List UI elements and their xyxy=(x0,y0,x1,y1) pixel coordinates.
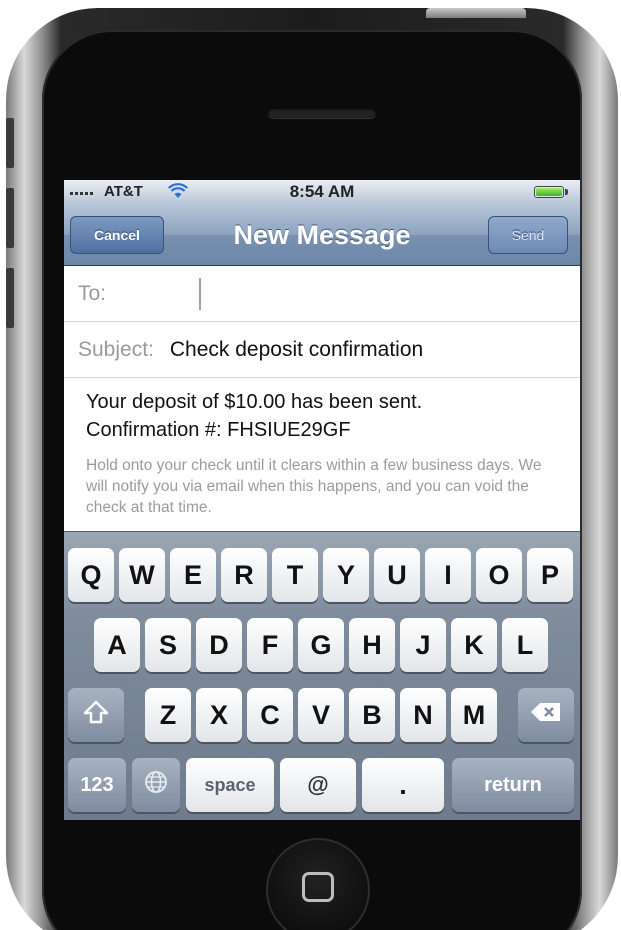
key-g[interactable]: G xyxy=(298,618,344,672)
key-i[interactable]: I xyxy=(425,548,471,602)
numbers-key[interactable]: 123 xyxy=(68,758,126,812)
earpiece-speaker xyxy=(268,108,376,118)
key-o[interactable]: O xyxy=(476,548,522,602)
key-p[interactable]: P xyxy=(527,548,573,602)
key-a[interactable]: A xyxy=(94,618,140,672)
key-l[interactable]: L xyxy=(502,618,548,672)
sleep-button xyxy=(426,8,526,18)
key-x[interactable]: X xyxy=(196,688,242,742)
key-u[interactable]: U xyxy=(374,548,420,602)
key-z[interactable]: Z xyxy=(145,688,191,742)
backspace-icon xyxy=(530,702,562,728)
backspace-key[interactable] xyxy=(518,688,574,742)
send-button[interactable]: Send xyxy=(488,216,568,254)
dot-key[interactable]: . xyxy=(362,758,444,812)
key-n[interactable]: N xyxy=(400,688,446,742)
return-key[interactable]: return xyxy=(452,758,574,812)
volume-down-button xyxy=(6,268,14,328)
key-w[interactable]: W xyxy=(119,548,165,602)
text-cursor xyxy=(199,278,201,310)
key-c[interactable]: C xyxy=(247,688,293,742)
keyboard: Q W E R T Y U I O P A S D F G H J K L Z … xyxy=(64,531,580,820)
key-t[interactable]: T xyxy=(272,548,318,602)
key-v[interactable]: V xyxy=(298,688,344,742)
battery-icon xyxy=(534,186,564,198)
key-b[interactable]: B xyxy=(349,688,395,742)
volume-up-button xyxy=(6,188,14,248)
key-r[interactable]: R xyxy=(221,548,267,602)
at-key[interactable]: @ xyxy=(280,758,356,812)
mute-switch xyxy=(6,118,14,168)
subject-field[interactable]: Check deposit confirmation xyxy=(170,338,423,362)
navigation-bar: New Message Cancel Send xyxy=(64,204,580,266)
message-body[interactable]: Your deposit of $10.00 has been sent. Co… xyxy=(64,379,580,531)
key-s[interactable]: S xyxy=(145,618,191,672)
home-icon xyxy=(302,872,334,902)
shift-icon xyxy=(83,700,109,730)
body-deposit-line: Your deposit of $10.00 has been sent. xyxy=(86,391,423,413)
to-field-row[interactable]: To: xyxy=(64,266,580,322)
subject-field-row[interactable]: Subject: Check deposit confirmation xyxy=(64,322,580,378)
shift-key[interactable] xyxy=(68,688,124,742)
status-time: 8:54 AM xyxy=(289,182,355,201)
key-h[interactable]: H xyxy=(349,618,395,672)
key-f[interactable]: F xyxy=(247,618,293,672)
space-key[interactable]: space xyxy=(186,758,274,812)
globe-key[interactable] xyxy=(132,758,180,812)
key-k[interactable]: K xyxy=(451,618,497,672)
key-j[interactable]: J xyxy=(400,618,446,672)
body-note: Hold onto your check until it clears wit… xyxy=(86,457,542,516)
body-confirmation-line: Confirmation #: FHSIUE29GF xyxy=(86,419,351,441)
globe-icon xyxy=(144,770,168,800)
phone-screen: AT&T 8:54 AM New Message Cancel Send To:… xyxy=(64,180,580,820)
to-label: To: xyxy=(78,281,107,305)
subject-label: Subject: xyxy=(78,337,154,361)
key-e[interactable]: E xyxy=(170,548,216,602)
key-q[interactable]: Q xyxy=(68,548,114,602)
key-d[interactable]: D xyxy=(196,618,242,672)
status-bar: AT&T 8:54 AM xyxy=(64,180,580,204)
key-y[interactable]: Y xyxy=(323,548,369,602)
cancel-button[interactable]: Cancel xyxy=(70,216,164,254)
key-m[interactable]: M xyxy=(451,688,497,742)
